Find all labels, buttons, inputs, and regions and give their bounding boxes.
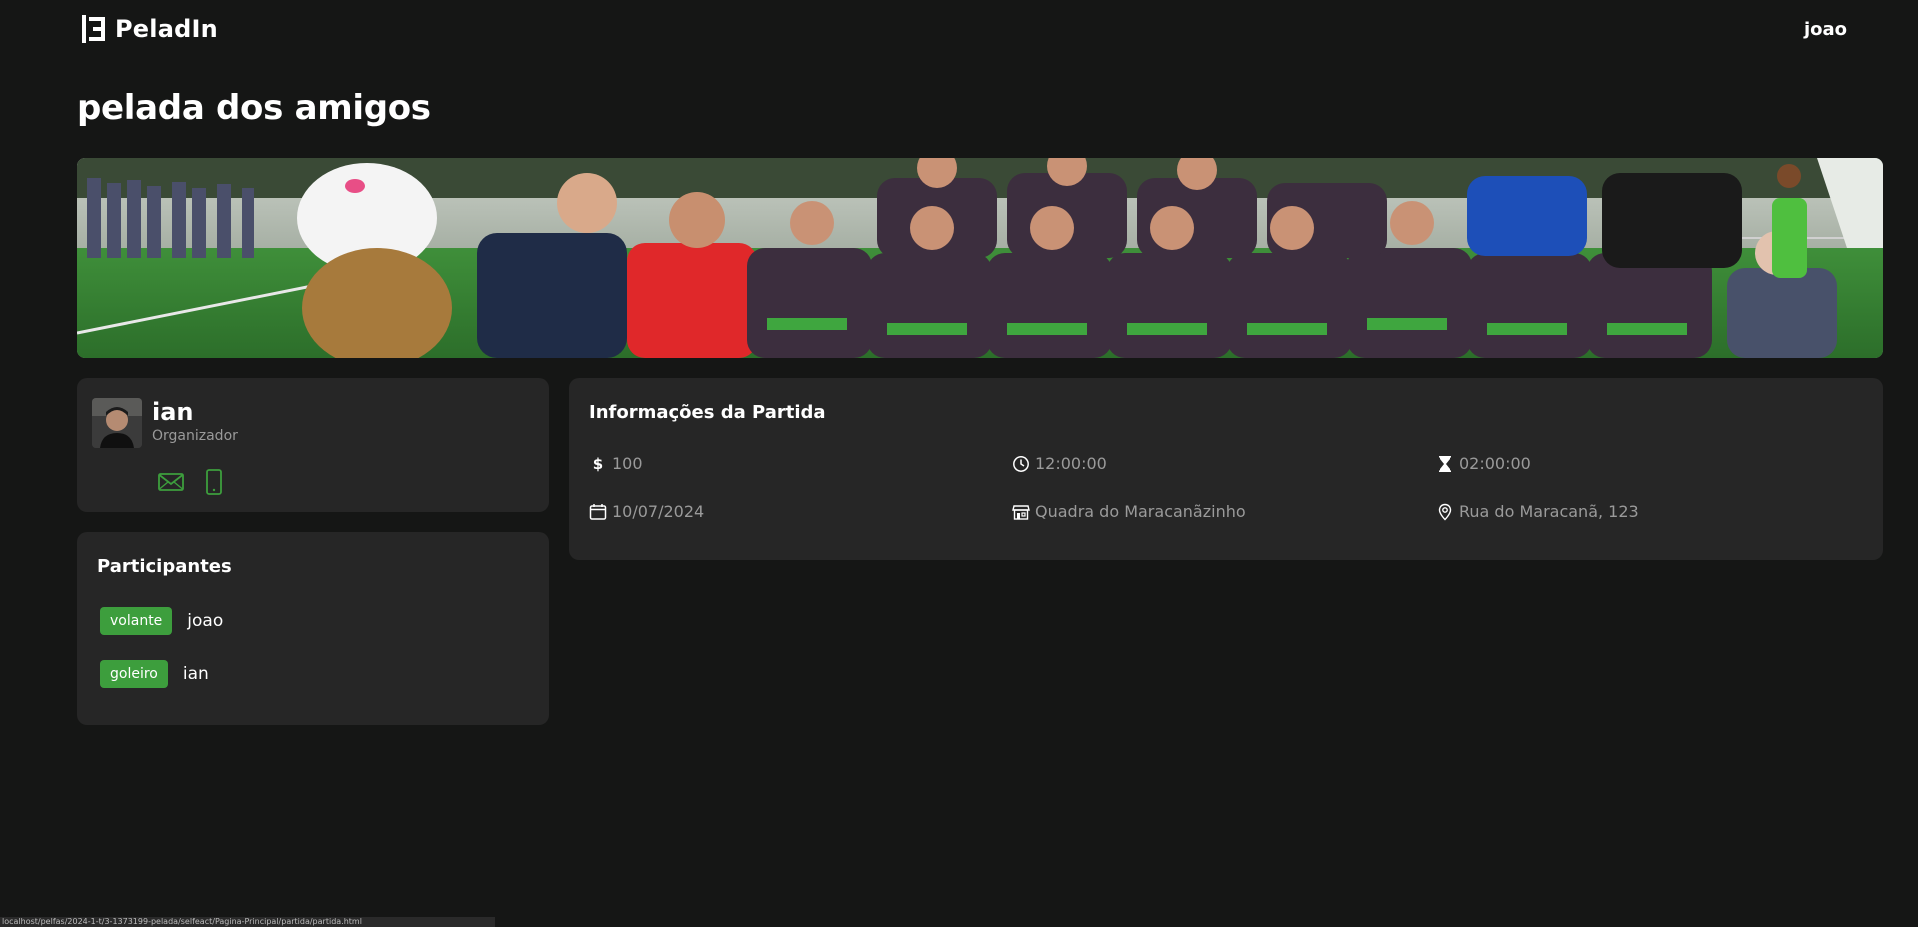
mail-icon[interactable] xyxy=(156,468,186,496)
user-menu[interactable]: joao xyxy=(1804,19,1847,40)
browser-status-bar: localhost/pelfas/2024-1-t/3-1373199-pela… xyxy=(0,917,495,927)
organizer-role: Organizador xyxy=(152,428,238,444)
calendar-icon xyxy=(589,503,607,521)
match-info-card: Informações da Partida $ 100 12:00:00 02… xyxy=(569,378,1883,560)
address-info: Rua do Maracanã, 123 xyxy=(1436,502,1639,521)
participants-card: Participantes volante joao goleiro ian xyxy=(77,532,549,725)
shop-icon xyxy=(1012,503,1030,521)
participant-item: volante joao xyxy=(100,607,223,635)
match-banner-image xyxy=(77,158,1883,358)
participant-name: ian xyxy=(182,664,209,684)
participants-title: Participantes xyxy=(97,556,232,577)
venue-value: Quadra do Maracanãzinho xyxy=(1035,502,1246,521)
clock-icon xyxy=(1012,455,1030,473)
position-badge: goleiro xyxy=(100,660,168,688)
page-title: pelada dos amigos xyxy=(77,88,431,128)
map-pin-icon xyxy=(1436,503,1454,521)
duration-info: 02:00:00 xyxy=(1436,454,1531,473)
date-value: 10/07/2024 xyxy=(612,502,705,521)
phone-icon[interactable] xyxy=(199,468,229,496)
price-info: $ 100 xyxy=(589,454,643,473)
match-info-title: Informações da Partida xyxy=(589,402,826,423)
organizer-name: ian xyxy=(152,398,194,426)
time-value: 12:00:00 xyxy=(1035,454,1107,473)
date-info: 10/07/2024 xyxy=(589,502,704,521)
participant-name: joao xyxy=(187,611,224,631)
brand-name: PeladIn xyxy=(115,15,218,43)
svg-text:$: $ xyxy=(593,455,603,473)
navbar: PeladIn joao xyxy=(0,0,1918,60)
duration-value: 02:00:00 xyxy=(1459,454,1531,473)
address-value: Rua do Maracanã, 123 xyxy=(1459,502,1639,521)
brand-link[interactable]: PeladIn xyxy=(81,14,218,44)
organizer-avatar xyxy=(92,398,142,448)
position-badge: volante xyxy=(100,607,173,635)
venue-info: Quadra do Maracanãzinho xyxy=(1012,502,1246,521)
dollar-icon: $ xyxy=(589,455,607,473)
participant-item: goleiro ian xyxy=(100,660,209,688)
price-value: 100 xyxy=(612,454,643,473)
hourglass-icon xyxy=(1436,455,1454,473)
organizer-card: ian Organizador xyxy=(77,378,549,512)
time-info: 12:00:00 xyxy=(1012,454,1107,473)
peladin-logo-icon xyxy=(81,14,107,44)
